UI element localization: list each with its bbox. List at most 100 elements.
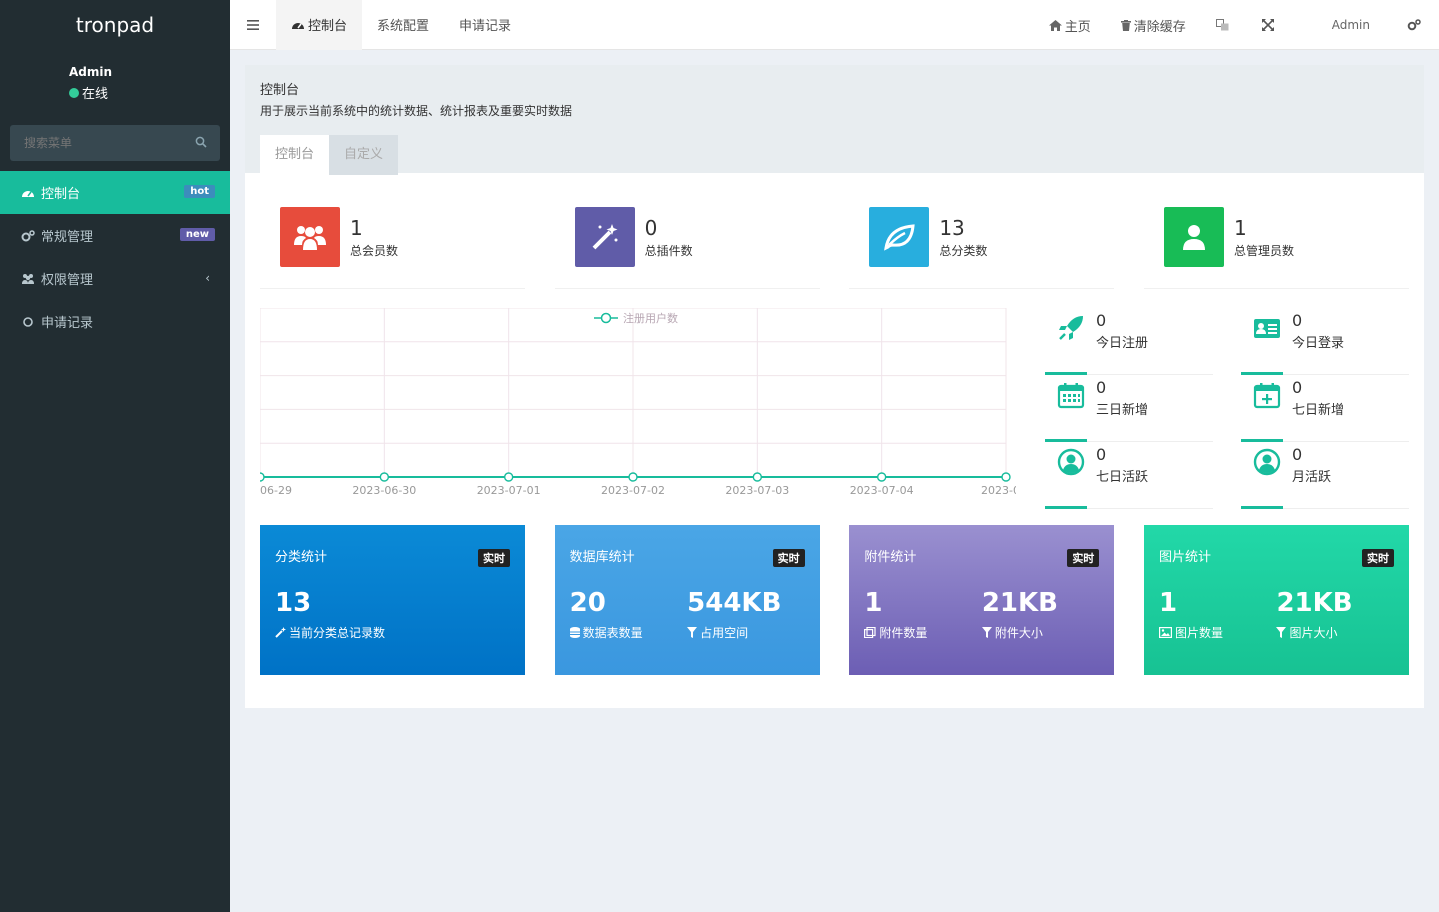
calendar-plus-icon: [1253, 383, 1281, 409]
mini-label: 月活跃: [1292, 470, 1332, 485]
sidebar-item-applications[interactable]: 申请记录: [0, 300, 230, 343]
stat-cards: 分类统计 实时 13 当前分类总记录数 数据库统计 实时 20 数据表数量 54…: [260, 525, 1409, 675]
brand-logo[interactable]: tronpad: [0, 0, 230, 50]
sidebar-item-label: 控制台: [41, 187, 81, 202]
menu-search-input[interactable]: [10, 125, 220, 161]
sidebar-item-general[interactable]: 常规管理 new: [0, 214, 230, 257]
x-tick-label: 2023-07-03: [725, 484, 789, 497]
cogs-icon: [21, 229, 35, 242]
sidebar-toggle-button[interactable]: [230, 0, 276, 50]
clear-cache-label: 清除缓存: [1133, 19, 1186, 35]
admin-menu[interactable]: Admin: [1292, 0, 1392, 50]
tab-applications[interactable]: 申请记录: [444, 0, 526, 50]
realtime-tag: 实时: [478, 549, 510, 567]
card-sub: 数据表数量: [569, 624, 688, 641]
stat-label: 总管理员数: [1233, 244, 1294, 258]
tab-label: 系统配置: [377, 19, 430, 34]
card-sub-label: 附件数量: [879, 626, 928, 640]
stat-plugins: 0 总插件数: [554, 207, 820, 289]
image-icon: [1158, 627, 1172, 638]
settings-button[interactable]: [1392, 0, 1439, 50]
mini-value: 0: [1096, 311, 1107, 330]
calendar-icon: [1057, 383, 1085, 409]
database-icon: [569, 627, 580, 638]
search-icon[interactable]: [195, 136, 207, 148]
topbar: 控制台 系统配置 申请记录 主页 清除缓存 Admin: [230, 0, 1439, 50]
mini-stat-monthly-active: 0 月活跃: [1241, 442, 1409, 509]
mini-stat-seven-days: 0 七日新增: [1241, 375, 1409, 442]
new-badge: new: [179, 228, 215, 241]
x-tick-label: 2023-07-: [981, 484, 1016, 497]
attachment-stats-card: 附件统计 实时 1 附件数量 21KB 附件大小: [849, 525, 1115, 675]
home-label: 主页: [1064, 19, 1091, 35]
rocket-icon: [1059, 316, 1083, 340]
tab-dashboard[interactable]: 控制台: [276, 0, 363, 50]
realtime-tag: 实时: [1067, 549, 1100, 567]
stat-admins: 1 总管理员数: [1143, 207, 1409, 289]
card-sub-label: 占用空间: [700, 626, 749, 640]
card-title: 数据库统计: [569, 550, 635, 565]
home-icon: [1048, 19, 1062, 31]
stat-value: 1: [1233, 216, 1247, 240]
card-sub: 图片数量: [1158, 624, 1277, 641]
category-stats-card: 分类统计 实时 13 当前分类总记录数: [260, 525, 525, 675]
page-description: 用于展示当前系统中的统计数据、统计报表及重要实时数据: [260, 104, 573, 118]
card-sub: 当前分类总记录数: [275, 624, 510, 641]
legend-label: 注册用户数: [623, 311, 678, 325]
stat-row: 1 总会员数 0 总插件数 13 总分类数 1 总管理员数: [260, 207, 1409, 289]
dashboard-icon: [292, 22, 304, 29]
cogs-icon: [1407, 19, 1421, 31]
stat-label: 总插件数: [644, 244, 693, 258]
chevron-left-icon[interactable]: ‹: [205, 271, 210, 285]
mini-label: 七日活跃: [1096, 470, 1149, 485]
panel-tab-custom[interactable]: 自定义: [329, 135, 399, 175]
users-icon: [21, 273, 35, 285]
page-title: 控制台: [260, 83, 300, 98]
mini-value: 0: [1292, 445, 1303, 464]
card-value: 21KB: [981, 588, 1058, 618]
mini-stat-today-logins: 0 今日登录: [1241, 308, 1409, 375]
stat-label: 总会员数: [350, 244, 399, 258]
card-value: 20: [569, 588, 606, 618]
clear-cache-button[interactable]: 清除缓存: [1106, 0, 1201, 50]
card-title: 分类统计: [275, 550, 328, 565]
card-sub-label: 图片数量: [1174, 626, 1223, 640]
mini-value: 0: [1096, 378, 1107, 397]
data-point: [628, 472, 638, 482]
language-button[interactable]: [1201, 0, 1247, 50]
data-point: [876, 472, 887, 482]
data-point: [255, 472, 265, 482]
card-value: 21KB: [1276, 588, 1353, 618]
users-icon: [280, 207, 340, 267]
admin-label: Admin: [1331, 18, 1370, 32]
sidebar-item-dashboard[interactable]: 控制台 hot: [0, 171, 230, 214]
home-link[interactable]: 主页: [1034, 0, 1106, 50]
stat-value: 13: [939, 216, 965, 240]
card-sub-label: 数据表数量: [582, 626, 643, 640]
online-dot-icon: [69, 87, 79, 98]
sidebar-item-label: 权限管理: [41, 273, 94, 288]
user-icon: [1163, 207, 1224, 267]
fullscreen-button[interactable]: [1247, 0, 1292, 50]
filter-icon: [687, 627, 698, 638]
registration-chart: 注册用户数 06-29 2023-06-30 2023-07-01 2023-07-02…: [255, 307, 1031, 500]
x-tick-label: 2023-06-30: [352, 484, 416, 497]
filter-icon: [981, 627, 992, 638]
card-values: 1 图片数量 21KB 图片大小: [1159, 588, 1394, 641]
database-stats-card: 数据库统计 实时 20 数据表数量 544KB 占用空间: [554, 525, 820, 675]
data-point: [379, 472, 390, 482]
user-name: Admin: [69, 65, 113, 79]
x-tick-label: 2023-07-01: [477, 484, 541, 497]
user-status: 在线: [69, 83, 230, 102]
tab-system-config[interactable]: 系统配置: [362, 0, 444, 50]
mini-label: 三日新增: [1096, 403, 1149, 418]
sidebar-item-permissions[interactable]: 权限管理 ‹: [0, 257, 230, 300]
mini-value: 0: [1292, 378, 1303, 397]
panel-tab-dashboard[interactable]: 控制台: [260, 135, 330, 175]
realtime-tag: 实时: [1361, 549, 1394, 567]
user-circle-icon: [1253, 448, 1281, 476]
mini-label: 七日新增: [1292, 403, 1345, 418]
legend-marker: [600, 312, 612, 324]
card-value: 1: [1158, 588, 1178, 618]
card-title: 图片统计: [1158, 550, 1211, 565]
